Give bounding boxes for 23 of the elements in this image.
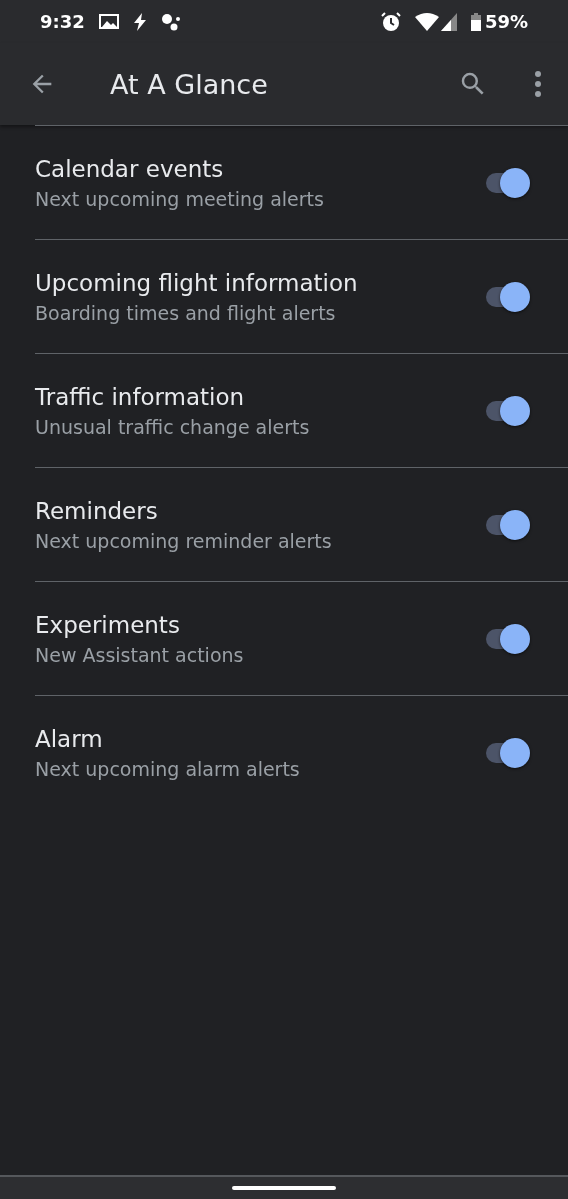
setting-summary: Next upcoming meeting alerts: [35, 187, 325, 210]
image-icon: [98, 13, 119, 30]
setting-title: Traffic information: [35, 383, 246, 410]
setting-summary: New Assistant actions: [35, 643, 245, 666]
battery-percentage: 59%: [484, 11, 528, 32]
setting-title: Experiments: [35, 611, 181, 638]
setting-summary: Next upcoming reminder alerts: [35, 529, 333, 552]
signal-icon: [440, 12, 457, 31]
setting-title: Upcoming flight information: [35, 269, 359, 296]
setting-title: Calendar events: [35, 155, 225, 182]
more-options-icon: [532, 70, 544, 98]
alarm-clock-icon: [380, 11, 401, 32]
setting-summary: Unusual traffic change alerts: [35, 415, 311, 438]
clock-time: 9:32: [40, 11, 85, 32]
setting-summary: Next upcoming alarm alerts: [35, 757, 301, 780]
screen-title: At A Glance: [110, 68, 269, 100]
lightning-icon: [132, 12, 147, 31]
home-handle[interactable]: [232, 1186, 336, 1190]
assistant-icon: [160, 12, 181, 31]
setting-summary: Boarding times and flight alerts: [35, 301, 337, 324]
setting-title: Alarm: [35, 725, 104, 752]
battery-icon: [470, 12, 481, 31]
setting-title: Reminders: [35, 497, 159, 524]
